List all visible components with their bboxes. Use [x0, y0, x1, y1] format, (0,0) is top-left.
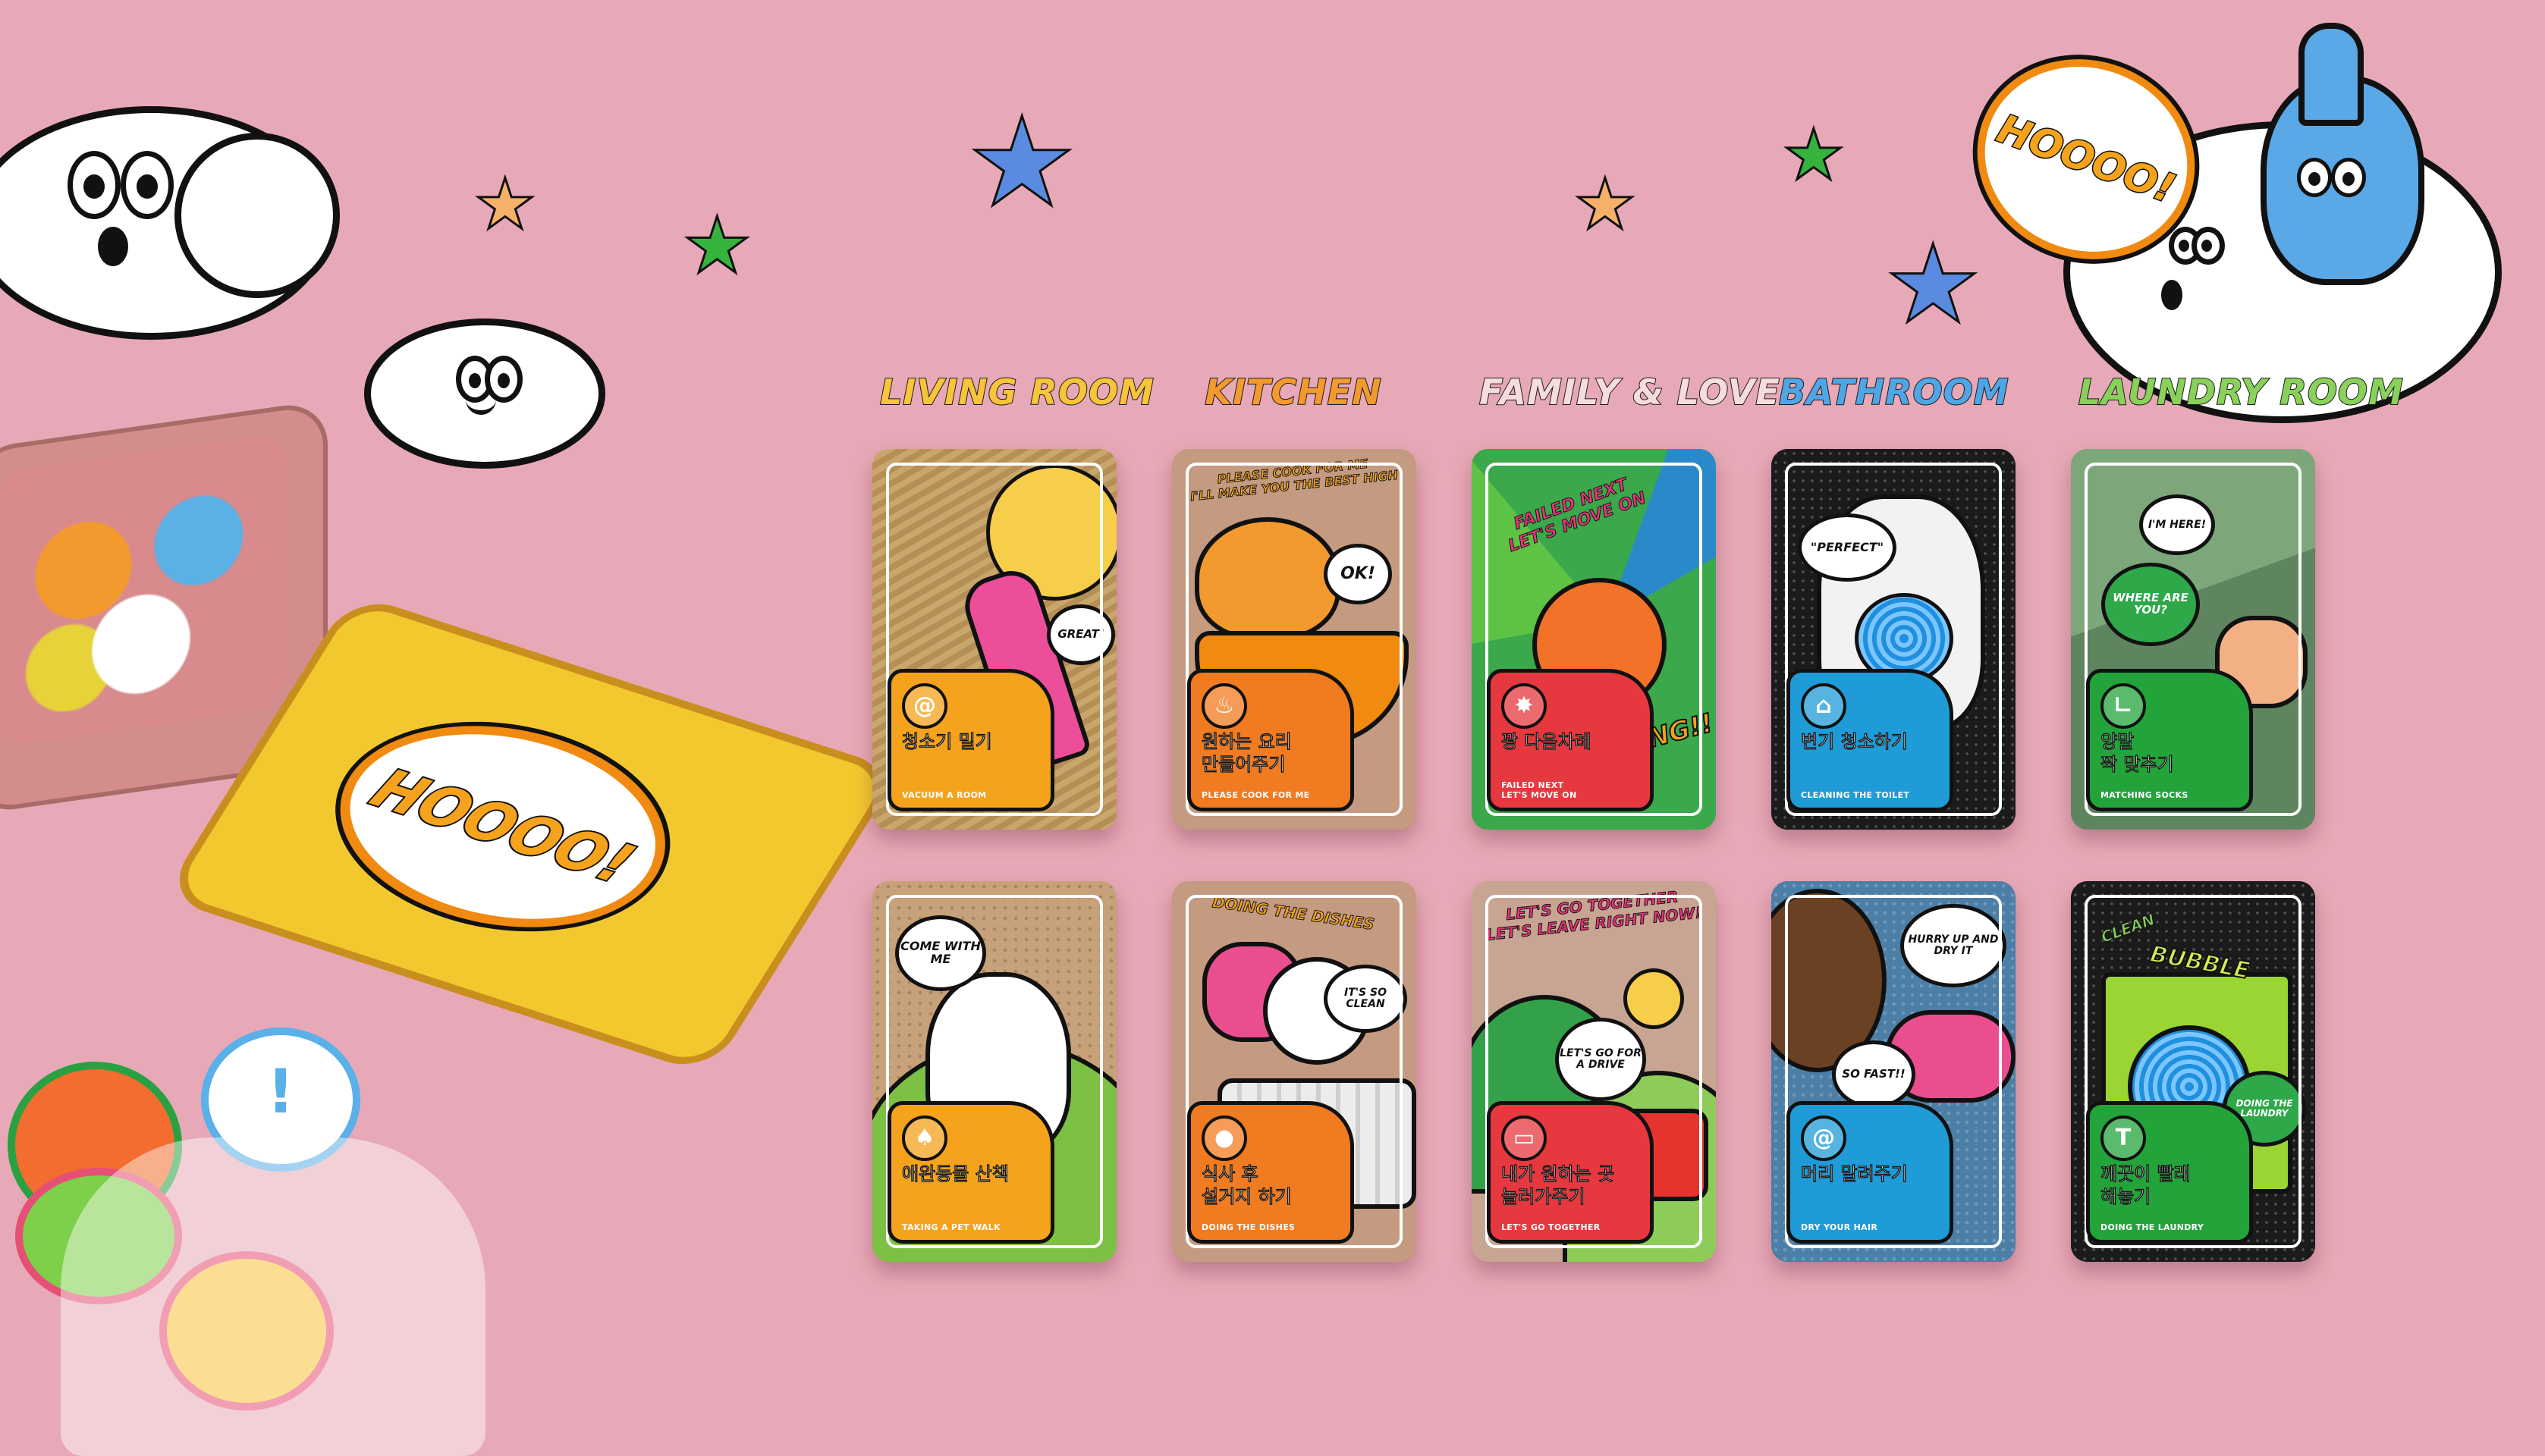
card-failed-title-ko: 꽝 다음차례	[1501, 731, 1591, 753]
card-hair[interactable]: HURRY UP AND DRY IT SO FAST!! @ 머리 말려주기 …	[1771, 881, 2016, 1262]
card-toilet-label: ⌂ 변기 청소하기 CLEANING THE TOILET	[1786, 669, 1953, 811]
dish-icon: ●	[1202, 1116, 1247, 1161]
shirt-icon: T	[2100, 1116, 2146, 1161]
card-failed[interactable]: FAILED NEXT LET'S MOVE ON PUNG!! ✸ 꽝 다음차…	[1472, 449, 1716, 830]
card-toilet-title-ko: 변기 청소하기	[1801, 731, 1908, 753]
star-orange-left: ★	[476, 169, 535, 240]
elephant-eye-left	[2297, 158, 2332, 197]
card-dishes-title-ko: 식사 후 설거지 하기	[1202, 1163, 1292, 1208]
hoooo-text-top: HOOOO!	[1990, 105, 2182, 214]
cloud-tr-eye-right	[2192, 227, 2225, 265]
card-socks-title-en: MATCHING SOCKS	[2100, 790, 2188, 800]
header-kitchen: KITCHEN	[1204, 371, 1382, 413]
elephant-trunk	[2298, 23, 2364, 126]
card-socks[interactable]: I'M HERE! WHERE ARE YOU? ∟ 양말 짝 맞추기 MATC…	[2071, 449, 2315, 830]
cloud-tr-mouth	[2161, 280, 2182, 310]
card-together-bubble: LET'S GO FOR A DRIVE	[1555, 1018, 1646, 1101]
card-vacuum-title-ko: 청소기 밀기	[902, 731, 992, 753]
header-bathroom: BATHROOM	[1778, 371, 2009, 413]
card-together-title-en: LET'S GO TOGETHER	[1501, 1222, 1601, 1232]
card-cook-bubble: OK!	[1324, 544, 1392, 604]
card-pet-bubble: COME WITH ME	[895, 915, 986, 991]
header-family-love: FAMILY & LOVE	[1478, 371, 1780, 413]
cloud-small-smile	[466, 395, 496, 415]
card-failed-title-en: FAILED NEXT LET'S MOVE ON	[1501, 780, 1577, 800]
translucent-pouch	[61, 1138, 485, 1456]
card-socks-label: ∟ 양말 짝 맞추기 MATCHING SOCKS	[2086, 669, 2253, 811]
card-dishes-bubble: IT'S SO CLEAN	[1324, 965, 1407, 1033]
cloud-eye-left	[68, 151, 121, 219]
star-blue-right: ★	[1887, 227, 1980, 342]
star-green-left: ★	[684, 206, 750, 286]
cloud-eye-right	[121, 151, 174, 219]
elephant-eye-right	[2331, 158, 2366, 197]
card-together-sun	[1623, 968, 1684, 1029]
card-hair-label: @ 머리 말려주기 DRY YOUR HAIR	[1786, 1101, 1953, 1244]
tin-front-bubble: HOOOO!	[295, 689, 711, 964]
card-vacuum[interactable]: GREAT! @ 청소기 밀기 VACUUM A ROOM	[872, 449, 1117, 830]
card-pet-title-en: TAKING A PET WALK	[902, 1222, 1001, 1232]
card-cook[interactable]: PLEASE COOK FOR ME I'LL MAKE YOU THE BES…	[1172, 449, 1416, 830]
card-socks-bubble-1: I'M HERE!	[2139, 494, 2215, 555]
card-vacuum-label: @ 청소기 밀기 VACUUM A ROOM	[888, 669, 1054, 811]
sock-icon: ∟	[2100, 683, 2146, 729]
card-together-label: ▭ 내가 원하는 곳 놀러가주기 LET'S GO TOGETHER	[1487, 1101, 1654, 1244]
card-cook-title-ko: 원하는 요리 만들어주기	[1202, 731, 1292, 776]
card-dishes[interactable]: DOING THE DISHES IT'S SO CLEAN ● 식사 후 설거…	[1172, 881, 1416, 1262]
card-socks-bubble-2: WHERE ARE YOU?	[2101, 563, 2200, 646]
toilet-icon: ⌂	[1801, 683, 1846, 729]
card-pet-label: ♠ 애완동물 산책 TAKING A PET WALK	[888, 1101, 1054, 1244]
car-icon: ▭	[1501, 1116, 1547, 1161]
tin-back-art	[0, 432, 285, 747]
card-toilet-bubble: "PERFECT"	[1798, 513, 1896, 582]
card-dishes-label: ● 식사 후 설거지 하기 DOING THE DISHES	[1187, 1101, 1354, 1244]
card-hair-bubble-2: SO FAST!!	[1832, 1040, 1915, 1109]
card-pet[interactable]: COME WITH ME ♠ 애완동물 산책 TAKING A PET WALK	[872, 881, 1117, 1262]
chef-hat-icon: ♨	[1202, 683, 1247, 729]
card-together[interactable]: LET'S GO TOGETHER LET'S LEAVE RIGHT NOW!…	[1472, 881, 1716, 1262]
card-laundry[interactable]: CLEAN BUBBLE DOING THE LAUNDRY T 깨끗이 빨래 …	[2071, 881, 2315, 1262]
card-hair-bubble-1: HURRY UP AND DRY IT	[1900, 904, 2006, 987]
card-pet-title-ko: 애완동물 산책	[902, 1163, 1009, 1185]
card-toilet[interactable]: "PERFECT" ⌂ 변기 청소하기 CLEANING THE TOILET	[1771, 449, 2016, 830]
cloud-puff	[174, 133, 340, 298]
card-dishes-banner: DOING THE DISHES	[1211, 893, 1376, 934]
card-laundry-title-ko: 깨끗이 빨래 해놓기	[2100, 1163, 2191, 1208]
card-together-title-ko: 내가 원하는 곳 놀러가주기	[1501, 1163, 1615, 1208]
card-laundry-label: T 깨끗이 빨래 해놓기 DOING THE LAUNDRY	[2086, 1101, 2253, 1244]
card-vacuum-bubble: GREAT!	[1047, 604, 1115, 665]
card-hair-title-ko: 머리 말려주기	[1801, 1163, 1908, 1185]
card-failed-label: ✸ 꽝 다음차례 FAILED NEXT LET'S MOVE ON	[1487, 669, 1654, 811]
card-socks-title-ko: 양말 짝 맞추기	[2100, 731, 2174, 776]
star-blue-large: ★	[969, 97, 1076, 229]
card-laundry-title-en: DOING THE LAUNDRY	[2100, 1222, 2204, 1232]
card-together-banner: LET'S GO TOGETHER LET'S LEAVE RIGHT NOW!	[1485, 887, 1703, 945]
card-dishes-title-en: DOING THE DISHES	[1202, 1222, 1296, 1232]
card-cook-title-en: PLEASE COOK FOR ME	[1202, 790, 1310, 800]
card-vacuum-title-en: VACUUM A ROOM	[902, 790, 987, 800]
card-toilet-title-en: CLEANING THE TOILET	[1801, 790, 1910, 800]
card-hair-title-en: DRY YOUR HAIR	[1801, 1222, 1878, 1232]
pet-icon: ♠	[902, 1116, 947, 1161]
star-orange-mid: ★	[1576, 169, 1635, 240]
card-cook-chef	[1195, 517, 1340, 640]
star-green-right: ★	[1784, 120, 1843, 190]
card-cook-label: ♨ 원하는 요리 만들어주기 PLEASE COOK FOR ME	[1187, 669, 1354, 811]
hoooo-text-tin: HOOOO!	[358, 756, 647, 897]
swirl-icon: @	[902, 683, 947, 729]
cloud-small	[364, 318, 605, 469]
burst-icon: ✸	[1501, 683, 1547, 729]
header-laundry-room: LAUNDRY ROOM	[2078, 371, 2404, 413]
header-living-room: LIVING ROOM	[879, 371, 1155, 413]
cloud-mouth	[98, 227, 128, 266]
dryer-icon: @	[1801, 1116, 1846, 1161]
card-cook-banner: PLEASE COOK FOR ME I'LL MAKE YOU THE BES…	[1189, 456, 1399, 504]
